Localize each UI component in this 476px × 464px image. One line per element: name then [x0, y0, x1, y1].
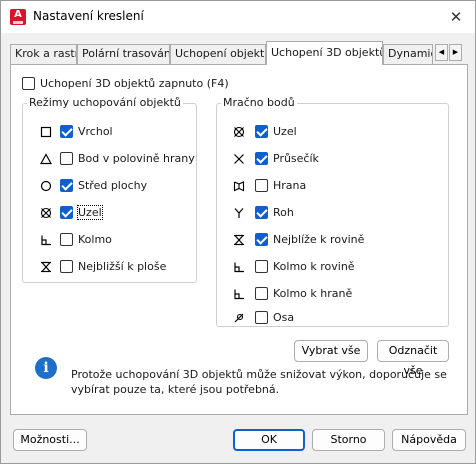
checkbox[interactable]: [255, 260, 268, 273]
cloud-mode-label: Uzel: [273, 125, 297, 138]
tab-object-snap[interactable]: Uchopení objektu: [170, 44, 266, 64]
autocad-logo-icon: A: [10, 9, 26, 25]
tab-polar-tracking[interactable]: Polární trasování: [77, 44, 170, 64]
tab-strip: Krok a rastr Polární trasování Uchopení …: [10, 41, 466, 65]
cloud-mode-axis[interactable]: Osa: [255, 310, 375, 326]
checkbox[interactable]: [60, 233, 73, 246]
cancel-button[interactable]: Storno: [312, 429, 385, 451]
object-mode-midpoint-edge[interactable]: Bod v polovině hrany: [60, 151, 195, 167]
object-mode-vertex[interactable]: Vrchol: [60, 124, 180, 140]
options-button[interactable]: Možnosti...: [13, 429, 87, 451]
object-mode-perpendicular[interactable]: Kolmo: [60, 232, 180, 248]
node-icon: [233, 126, 245, 138]
object-mode-label: Vrchol: [78, 125, 113, 138]
object-mode-label: Uzel: [77, 205, 103, 220]
intersection-icon: [234, 154, 244, 164]
title-bar: A Nastavení kreslení ✕: [1, 1, 475, 33]
object-mode-label: Kolmo: [78, 233, 112, 246]
node-icon: [40, 207, 52, 219]
tab-3d-object-snap[interactable]: Uchopení 3D objektů: [266, 41, 383, 65]
enable-3d-osnap-checkbox[interactable]: Uchopení 3D objektů zapnuto (F4): [22, 76, 282, 92]
hourglass-icon: [41, 261, 51, 273]
checkbox[interactable]: [60, 125, 73, 138]
cloud-mode-label: Průsečík: [273, 152, 319, 165]
square-icon: [40, 126, 52, 138]
deselect-all-button[interactable]: Odznačit vše: [377, 340, 449, 377]
circle-icon: [40, 180, 52, 192]
close-button[interactable]: ✕: [445, 6, 467, 28]
edge-icon: [233, 181, 245, 192]
object-mode-label: Bod v polovině hrany: [78, 152, 195, 165]
checkbox[interactable]: [255, 287, 268, 300]
cloud-mode-perpendicular-edge[interactable]: Kolmo k hraně: [255, 286, 395, 302]
cloud-mode-label: Kolmo k rovině: [273, 260, 355, 273]
checkbox[interactable]: [22, 77, 35, 90]
triangle-icon: [40, 153, 52, 165]
object-mode-node[interactable]: Uzel: [60, 205, 180, 221]
cloud-mode-intersection[interactable]: Průsečík: [255, 151, 375, 167]
object-mode-nearest-face[interactable]: Nejbližší k ploše: [60, 259, 190, 275]
cloud-mode-nearest-plane[interactable]: Nejblíže k rovině: [255, 232, 395, 248]
point-cloud-title: Mračno bodů: [221, 96, 297, 109]
checkbox[interactable]: [255, 125, 268, 138]
object-mode-label: Nejbližší k ploše: [78, 260, 167, 273]
checkbox[interactable]: [255, 311, 268, 324]
cloud-mode-edge[interactable]: Hrana: [255, 178, 375, 194]
tab-panel: Uchopení 3D objektů zapnuto (F4) Režimy …: [10, 64, 468, 415]
checkbox[interactable]: [255, 233, 268, 246]
axis-icon: [234, 313, 244, 323]
help-button[interactable]: Nápověda: [392, 429, 466, 451]
checkbox[interactable]: [60, 152, 73, 165]
window-title: Nastavení kreslení: [33, 9, 144, 23]
cloud-mode-label: Nejblíže k rovině: [273, 233, 365, 246]
cloud-mode-label: Kolmo k hraně: [273, 287, 353, 300]
object-mode-label: Střed plochy: [78, 179, 148, 192]
hourglass-icon: [234, 234, 244, 246]
info-text-line: Protože uchopování 3D objektů může snižo…: [71, 368, 447, 381]
perpendicular-icon: [41, 235, 51, 246]
cloud-mode-corner[interactable]: Roh: [255, 205, 375, 221]
select-all-button[interactable]: Vybrat vše: [294, 340, 368, 362]
checkbox[interactable]: [60, 206, 73, 219]
point-cloud-group: Mračno bodů Uzel Průsečík Hrana Roh Nejb…: [216, 96, 449, 327]
dialog-window: A Nastavení kreslení ✕ Krok a rastr Polá…: [0, 0, 476, 464]
checkbox[interactable]: [255, 152, 268, 165]
cloud-mode-node[interactable]: Uzel: [255, 124, 375, 140]
cloud-mode-perpendicular-plane[interactable]: Kolmo k rovině: [255, 259, 395, 275]
object-mode-center-face[interactable]: Střed plochy: [60, 178, 180, 194]
checkbox[interactable]: [60, 179, 73, 192]
corner-icon: [234, 208, 244, 218]
cloud-mode-label: Osa: [273, 311, 295, 324]
tab-scroll-right-icon[interactable]: ▶: [449, 44, 462, 61]
checkbox[interactable]: [255, 179, 268, 192]
info-text-line: vybírat pouze ta, které jsou potřebná.: [71, 383, 280, 396]
info-icon: i: [35, 357, 57, 379]
cloud-mode-label: Hrana: [273, 179, 307, 192]
perpendicular-icon: [234, 262, 244, 273]
ok-button[interactable]: OK: [233, 429, 305, 451]
tab-dynamic[interactable]: Dynamick: [383, 44, 433, 64]
tab-snap-grid[interactable]: Krok a rastr: [10, 44, 77, 64]
tab-scroll-left-icon[interactable]: ◀: [435, 44, 448, 61]
perpendicular-icon: [234, 289, 244, 300]
checkbox[interactable]: [255, 206, 268, 219]
cloud-mode-label: Roh: [273, 206, 294, 219]
info-text: Protože uchopování 3D objektů může snižo…: [71, 367, 451, 397]
object-snap-modes-title: Režimy uchopování objektů: [27, 96, 183, 109]
object-snap-modes-group: Režimy uchopování objektů Vrchol Bod v p…: [22, 96, 197, 283]
enable-3d-osnap-label: Uchopení 3D objektů zapnuto (F4): [40, 77, 229, 90]
checkbox[interactable]: [60, 260, 73, 273]
